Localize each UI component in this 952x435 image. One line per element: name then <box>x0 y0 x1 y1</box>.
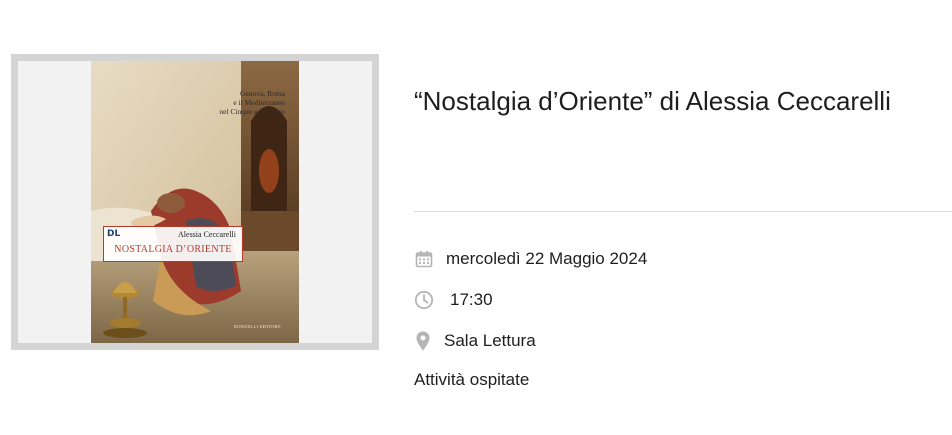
event-title[interactable]: “Nostalgia d’Oriente” di Alessia Ceccare… <box>414 84 891 118</box>
event-date-row: mercoledì 22 Maggio 2024 <box>414 247 647 271</box>
event-category[interactable]: Attività ospitate <box>414 369 529 391</box>
clock-icon <box>414 290 434 310</box>
event-place-row: Sala Lettura <box>414 329 536 353</box>
event-card: Genova, Roma e il Mediterraneo nel Cinqu… <box>0 0 952 435</box>
divider <box>414 211 952 212</box>
calendar-icon <box>414 249 434 269</box>
book-cover-subtitle: Genova, Roma e il Mediterraneo nel Cinqu… <box>219 89 285 116</box>
event-image-background: Genova, Roma e il Mediterraneo nel Cinqu… <box>18 61 372 343</box>
event-time: 17:30 <box>450 290 493 309</box>
book-cover-image: Genova, Roma e il Mediterraneo nel Cinqu… <box>91 61 299 343</box>
map-pin-icon <box>414 331 432 351</box>
book-cover-publisher: DONZELLI EDITORE <box>233 324 281 329</box>
event-date: mercoledì 22 Maggio 2024 <box>446 249 648 268</box>
book-cover-label: DL Alessia Ceccarelli NOSTALGIA D’ORIENT… <box>103 226 243 262</box>
publisher-logo-icon: DL <box>107 229 121 239</box>
book-cover-author: Alessia Ceccarelli <box>178 230 236 239</box>
book-cover-title: NOSTALGIA D’ORIENTE <box>114 244 232 255</box>
event-place: Sala Lettura <box>444 331 536 350</box>
event-time-row: 17:30 <box>414 288 493 312</box>
event-image-frame[interactable]: Genova, Roma e il Mediterraneo nel Cinqu… <box>11 54 379 350</box>
